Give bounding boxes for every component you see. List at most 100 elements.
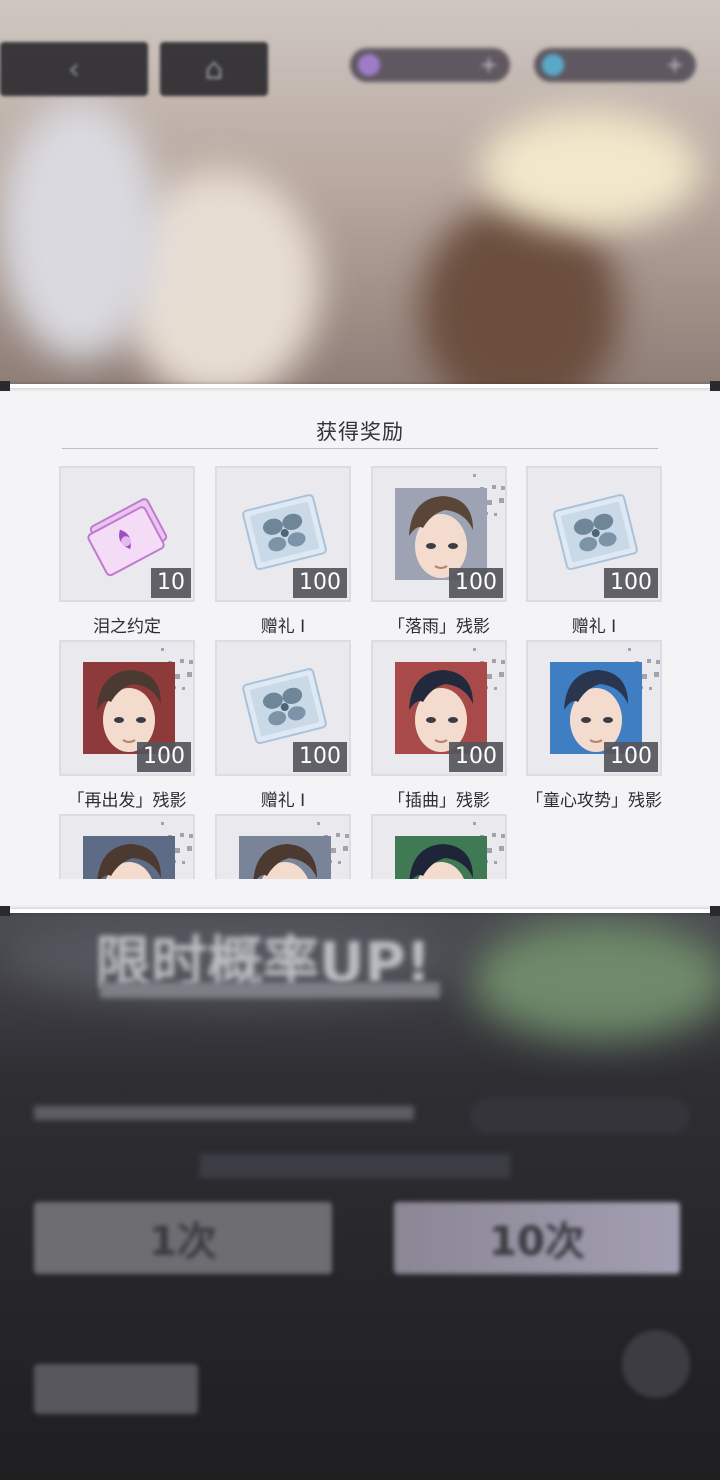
ticket-icon bbox=[83, 488, 175, 580]
ten-draw-label: 10次 bbox=[489, 1219, 585, 1265]
pixel-fragment bbox=[473, 822, 476, 825]
pixel-fragment bbox=[343, 846, 348, 851]
pixel-fragment bbox=[182, 861, 185, 864]
pixel-fragment bbox=[338, 861, 341, 864]
modal-top-border bbox=[0, 381, 720, 391]
reward-tile: 100 bbox=[215, 466, 351, 602]
plus-icon: + bbox=[479, 52, 498, 78]
single-draw-label: 1次 bbox=[149, 1219, 217, 1265]
guarantee-text bbox=[200, 1154, 510, 1178]
home-button[interactable]: ⌂ bbox=[160, 42, 268, 96]
pixel-fragment bbox=[487, 500, 492, 505]
currency-pill-1[interactable]: + bbox=[350, 48, 510, 82]
reward-tile: 100 bbox=[526, 466, 662, 602]
reward-modal: 获得奖励 10 泪之约定 100 赠礼 I 100 「落雨」残影 100 赠礼 I 100 「再出… bbox=[0, 381, 720, 916]
pixel-fragment bbox=[161, 648, 164, 651]
reward-label: 赠礼 I bbox=[260, 617, 306, 637]
reward-tile: 100 bbox=[526, 640, 662, 776]
pixel-fragment bbox=[487, 848, 492, 853]
modal-title: 获得奖励 bbox=[316, 420, 404, 444]
plus-icon: + bbox=[665, 52, 684, 78]
pixel-fragment bbox=[345, 834, 349, 838]
reward-tile: 100 bbox=[371, 640, 507, 776]
crystal-icon bbox=[542, 54, 564, 76]
reward-label: 「童心攻势」残影 bbox=[526, 791, 662, 811]
ten-draw-button[interactable]: 10次 bbox=[394, 1202, 680, 1274]
pixel-fragment bbox=[628, 648, 631, 651]
count-badge: 100 bbox=[449, 742, 503, 772]
reward-tile bbox=[59, 814, 195, 879]
reward-label: 泪之约定 bbox=[93, 617, 161, 637]
banner-subtext bbox=[100, 982, 440, 998]
pixel-fragment bbox=[492, 485, 496, 489]
pixel-fragment bbox=[494, 513, 497, 516]
pixel-fragment bbox=[647, 659, 651, 663]
bg-currency-pill bbox=[470, 1098, 690, 1134]
pixel-fragment bbox=[317, 822, 320, 825]
pixel-fragment bbox=[161, 822, 164, 825]
reward-tile: 100 bbox=[59, 640, 195, 776]
reward-grid[interactable]: 10 泪之约定 100 赠礼 I 100 「落雨」残影 100 赠礼 I 100 「再出发」残影 1… bbox=[0, 466, 720, 879]
bg-small-button[interactable] bbox=[34, 1364, 198, 1414]
reward-tile: 100 bbox=[215, 640, 351, 776]
pixel-fragment bbox=[494, 687, 497, 690]
pixel-fragment bbox=[499, 846, 504, 851]
pixel-fragment bbox=[492, 833, 496, 837]
modal-bottom-border bbox=[0, 906, 720, 916]
bg-character-right bbox=[420, 200, 620, 400]
pixel-fragment bbox=[499, 672, 504, 677]
count-badge: 100 bbox=[137, 742, 191, 772]
pixel-fragment bbox=[642, 674, 647, 679]
pixel-fragment bbox=[180, 833, 184, 837]
gift-card-icon bbox=[239, 488, 331, 580]
reward-tile bbox=[215, 814, 351, 879]
character-portrait bbox=[395, 488, 487, 580]
gift-card-icon bbox=[239, 662, 331, 754]
count-badge: 100 bbox=[449, 568, 503, 598]
reward-label: 赠礼 I bbox=[571, 617, 617, 637]
pixel-fragment bbox=[473, 474, 476, 477]
gift-card-icon bbox=[550, 488, 642, 580]
reward-label: 「再出发」残影 bbox=[67, 791, 187, 811]
character-portrait bbox=[239, 836, 331, 879]
count-badge: 100 bbox=[604, 742, 658, 772]
pixel-fragment bbox=[656, 660, 660, 664]
single-draw-button[interactable]: 1次 bbox=[34, 1202, 332, 1274]
back-button[interactable]: ‹ bbox=[0, 42, 148, 96]
bg-color-patch bbox=[470, 920, 720, 1040]
chevron-left-icon: ‹ bbox=[68, 51, 80, 87]
character-portrait bbox=[83, 836, 175, 879]
pixel-fragment bbox=[187, 672, 192, 677]
count-badge: 100 bbox=[293, 568, 347, 598]
reward-tile: 10 bbox=[59, 466, 195, 602]
pixel-fragment bbox=[175, 674, 180, 679]
title-divider bbox=[62, 448, 658, 449]
info-text bbox=[34, 1106, 414, 1120]
pixel-fragment bbox=[499, 498, 504, 503]
pixel-fragment bbox=[175, 848, 180, 853]
pixel-fragment bbox=[649, 687, 652, 690]
pixel-fragment bbox=[494, 861, 497, 864]
pixel-fragment bbox=[189, 660, 193, 664]
pixel-fragment bbox=[336, 833, 340, 837]
home-icon: ⌂ bbox=[204, 51, 224, 87]
character-portrait bbox=[550, 662, 642, 754]
count-badge: 100 bbox=[604, 568, 658, 598]
pixel-fragment bbox=[331, 848, 336, 853]
currency-pill-2[interactable]: + bbox=[534, 48, 696, 82]
count-badge: 10 bbox=[151, 568, 191, 598]
pixel-fragment bbox=[189, 834, 193, 838]
pixel-fragment bbox=[182, 687, 185, 690]
reward-tile bbox=[371, 814, 507, 879]
bg-round-button[interactable] bbox=[622, 1330, 690, 1398]
pixel-fragment bbox=[501, 486, 505, 490]
character-portrait bbox=[395, 836, 487, 879]
pixel-fragment bbox=[501, 660, 505, 664]
pixel-fragment bbox=[501, 834, 505, 838]
reward-label: 「插曲」残影 bbox=[388, 791, 490, 811]
bg-light-patch bbox=[480, 110, 700, 230]
gem-icon bbox=[358, 54, 380, 76]
character-portrait bbox=[395, 662, 487, 754]
pixel-fragment bbox=[187, 846, 192, 851]
reward-tile: 100 bbox=[371, 466, 507, 602]
